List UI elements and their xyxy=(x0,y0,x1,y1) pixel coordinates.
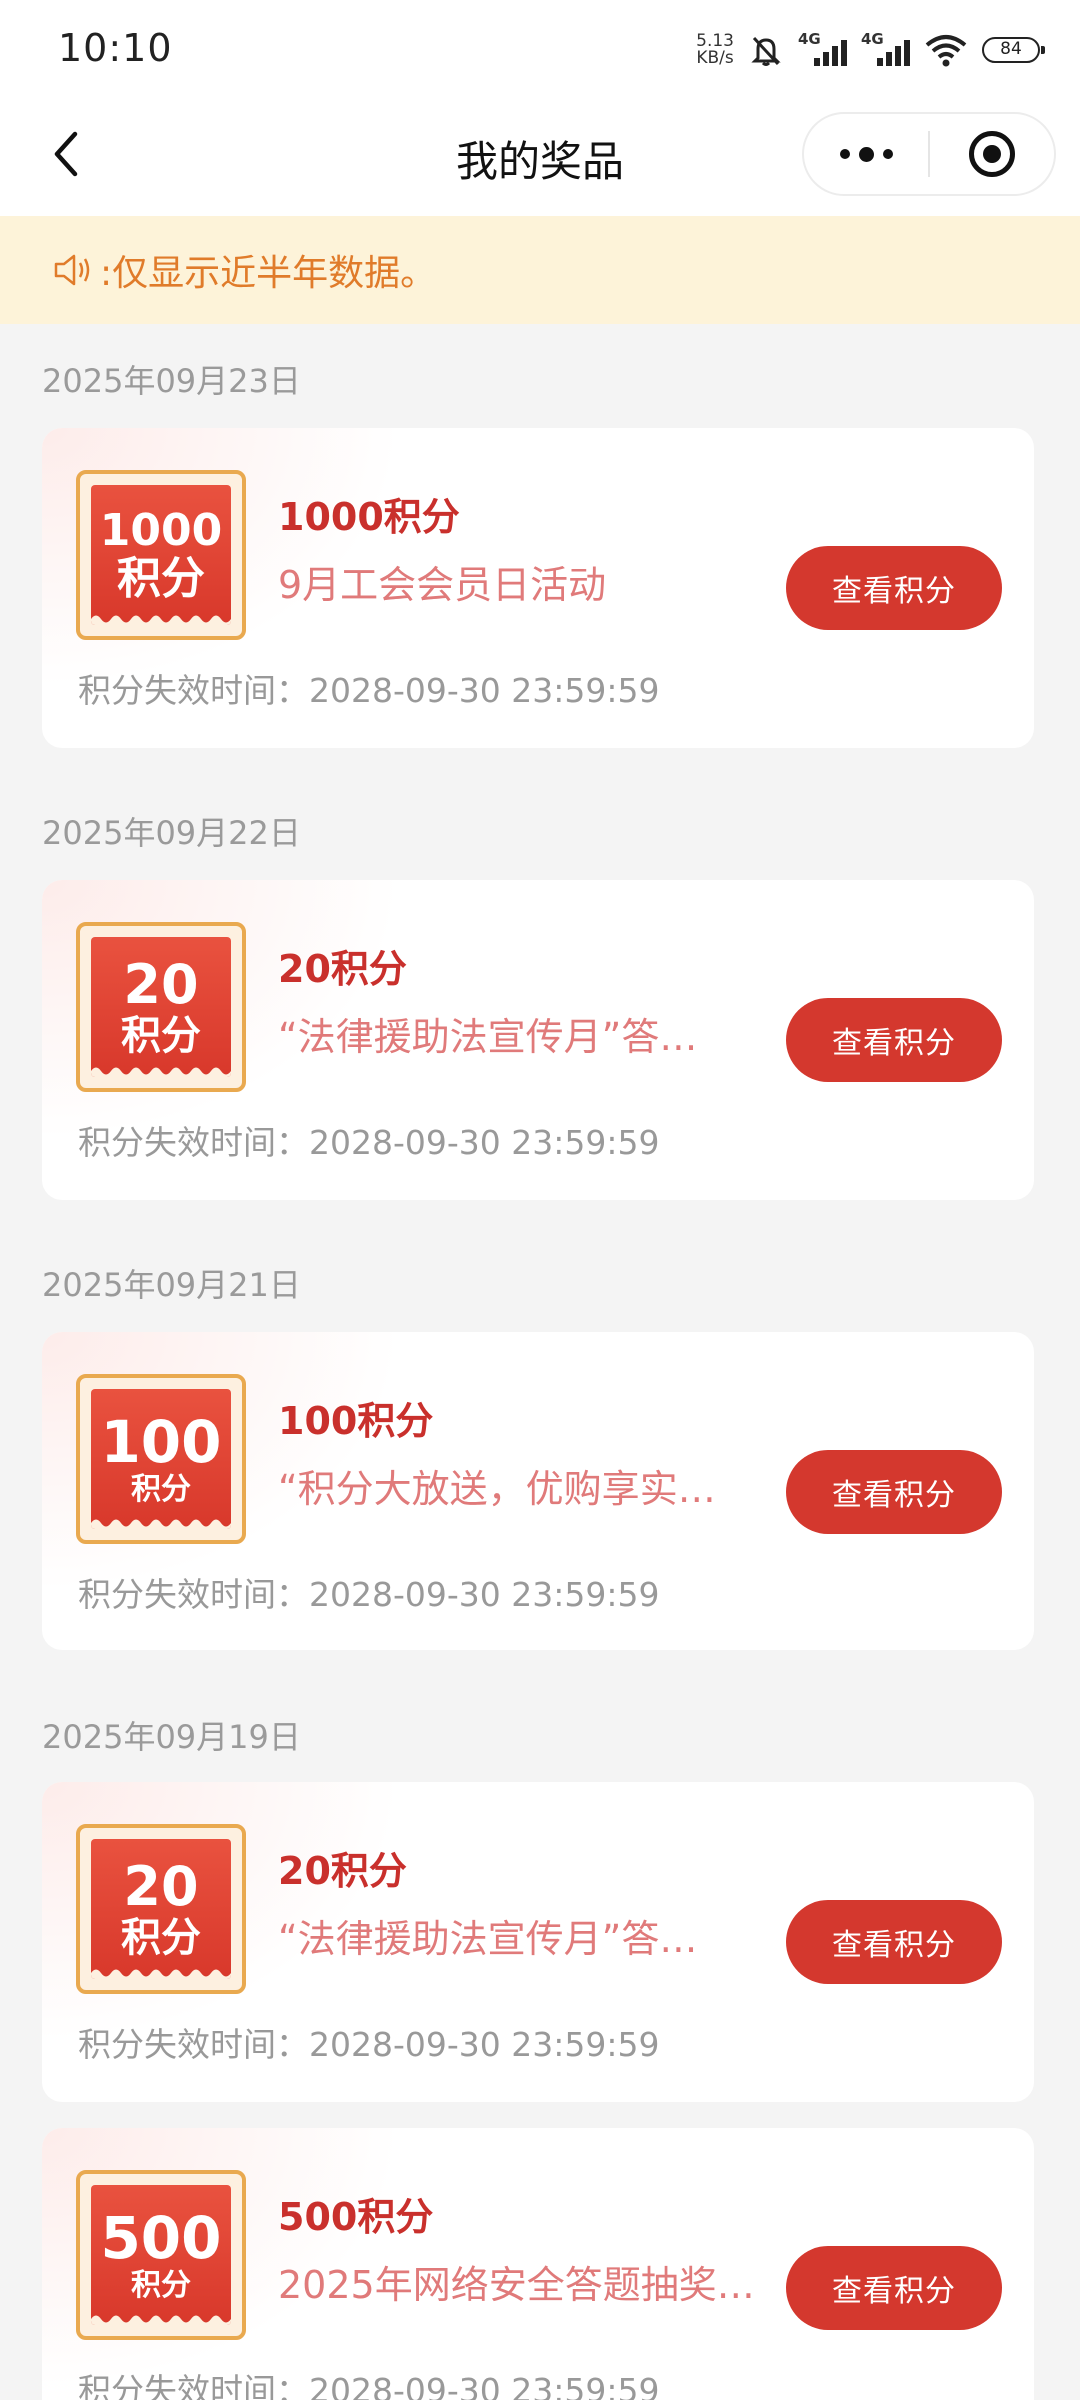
prize-badge: 1000 积分 xyxy=(76,470,246,640)
screen: 10:10 5.13 KB/s 4G 4G 84 我的奖品:仅显示近半年数据。… xyxy=(0,0,1080,2400)
prize-description: 9月工会会员日活动 xyxy=(278,563,607,607)
close-button[interactable] xyxy=(930,114,1054,194)
prize-card: 20 积分 20积分 “法律援助法宣传月”答… 查看积分 积分失效时间：2028… xyxy=(42,1782,1034,2102)
prize-badge: 20 积分 xyxy=(76,922,246,1092)
battery-indicator: 84 xyxy=(982,37,1045,63)
prize-description: “法律援助法宣传月”答… xyxy=(278,1917,698,1961)
prize-badge: 20 积分 xyxy=(76,1824,246,1994)
expire-time: 积分失效时间：2028-09-30 23:59:59 xyxy=(78,2371,660,2400)
signal-2-label: 4G xyxy=(861,30,884,48)
expire-time: 积分失效时间：2028-09-30 23:59:59 xyxy=(78,1123,660,1162)
status-bar: 10:10 5.13 KB/s 4G 4G 84 xyxy=(0,0,1080,100)
more-button[interactable] xyxy=(804,114,928,194)
badge-unit: 积分 xyxy=(121,1915,201,1961)
nav-bar: 我的奖品 xyxy=(0,100,1080,216)
prize-title: 1000积分 xyxy=(278,495,460,539)
target-icon xyxy=(968,131,1015,177)
notice-text: :仅显示近半年数据。 xyxy=(100,253,437,294)
badge-unit: 积分 xyxy=(117,553,205,604)
badge-unit: 积分 xyxy=(131,2268,191,2303)
prize-title: 20积分 xyxy=(278,1849,407,1893)
network-speed: 5.13 KB/s xyxy=(696,33,734,67)
view-points-button[interactable]: 查看积分 xyxy=(786,1900,1002,1984)
date-label: 2025年09月21日 xyxy=(42,1266,301,1304)
view-points-button[interactable]: 查看积分 xyxy=(786,546,1002,630)
signal-2-icon: 4G xyxy=(861,30,910,66)
mute-bell-icon xyxy=(751,36,781,66)
date-label: 2025年09月23日 xyxy=(42,362,301,400)
prize-title: 500积分 xyxy=(278,2195,434,2239)
speaker-icon xyxy=(54,254,90,286)
prize-description: “法律援助法宣传月”答… xyxy=(278,1015,698,1059)
wifi-icon xyxy=(925,35,967,67)
prize-description: “积分大放送，优购享实… xyxy=(278,1467,716,1511)
net-speed-unit: KB/s xyxy=(696,48,734,68)
prize-description: 2025年网络安全答题抽奖… xyxy=(278,2263,755,2307)
status-time: 10:10 xyxy=(58,26,173,70)
prize-badge: 500 积分 xyxy=(76,2170,246,2340)
prize-card: 20 积分 20积分 “法律援助法宣传月”答… 查看积分 积分失效时间：2028… xyxy=(42,880,1034,1200)
badge-number: 500 xyxy=(100,2204,222,2272)
prize-card: 100 积分 100积分 “积分大放送，优购享实… 查看积分 积分失效时间：20… xyxy=(42,1332,1034,1650)
prize-title: 20积分 xyxy=(278,947,407,991)
badge-number: 20 xyxy=(123,1855,199,1918)
badge-number: 20 xyxy=(123,953,199,1016)
notice-banner: :仅显示近半年数据。 xyxy=(0,216,1080,324)
view-points-button[interactable]: 查看积分 xyxy=(786,2246,1002,2330)
mini-program-capsule xyxy=(802,112,1056,196)
date-label: 2025年09月22日 xyxy=(42,814,301,852)
prize-card: 500 积分 500积分 2025年网络安全答题抽奖… 查看积分 积分失效时间：… xyxy=(42,2128,1034,2400)
expire-time: 积分失效时间：2028-09-30 23:59:59 xyxy=(78,1575,660,1614)
prize-title: 100积分 xyxy=(278,1399,434,1443)
view-points-button[interactable]: 查看积分 xyxy=(786,1450,1002,1534)
expire-time: 积分失效时间：2028-09-30 23:59:59 xyxy=(78,2025,660,2064)
status-icons: 5.13 KB/s 4G 4G 84 xyxy=(696,28,1045,72)
date-label: 2025年09月19日 xyxy=(42,1718,301,1756)
signal-1-label: 4G xyxy=(798,30,821,48)
prize-badge: 100 积分 xyxy=(76,1374,246,1544)
expire-time: 积分失效时间：2028-09-30 23:59:59 xyxy=(78,671,660,710)
prize-card: 1000 积分 1000积分 9月工会会员日活动 查看积分 积分失效时间：202… xyxy=(42,428,1034,748)
badge-unit: 积分 xyxy=(131,1472,191,1507)
badge-number: 1000 xyxy=(99,505,223,556)
badge-number: 100 xyxy=(100,1408,222,1476)
signal-1-icon: 4G xyxy=(798,30,847,66)
view-points-button[interactable]: 查看积分 xyxy=(786,998,1002,1082)
badge-unit: 积分 xyxy=(121,1013,201,1059)
